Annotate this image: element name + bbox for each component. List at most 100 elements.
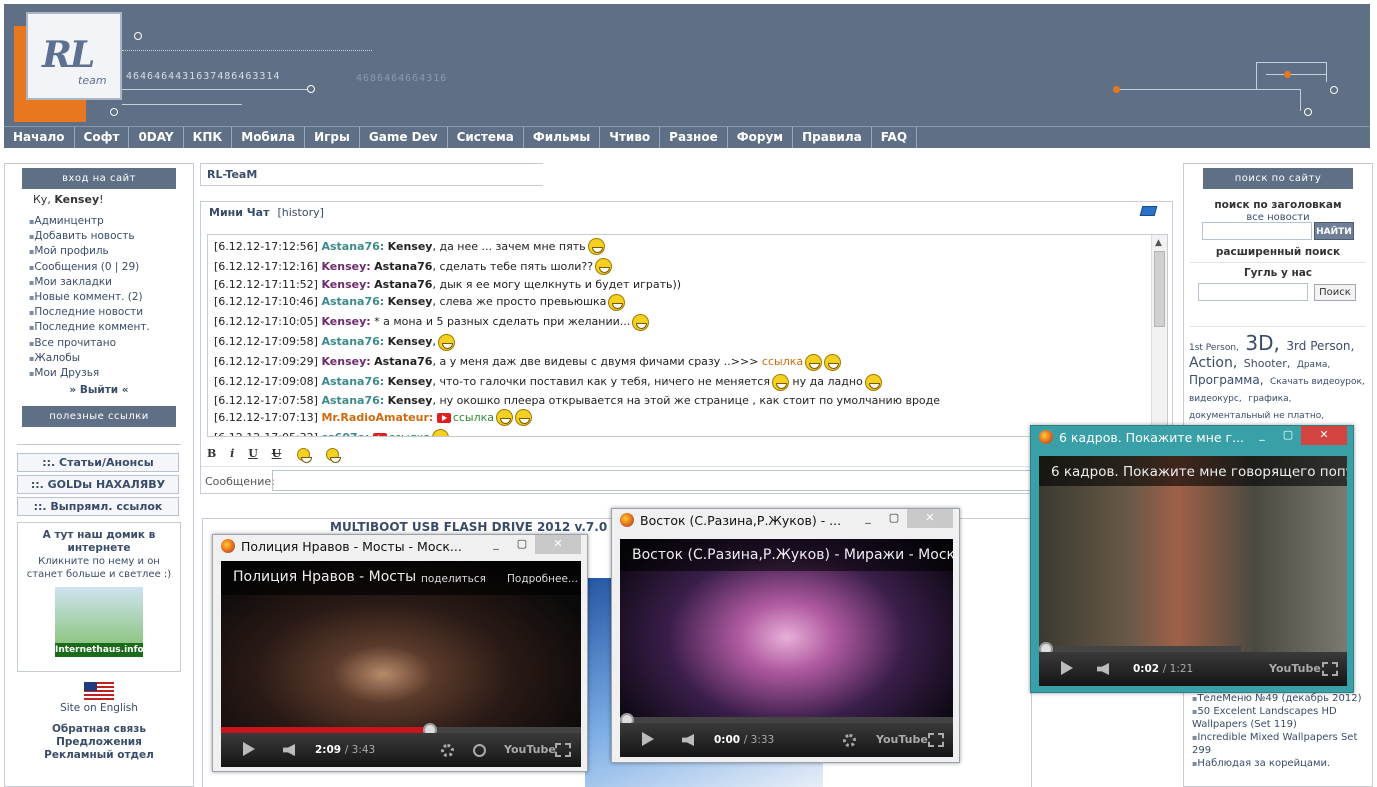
search-input[interactable] [1202, 222, 1312, 240]
message-link[interactable]: ссылка [453, 411, 494, 424]
video-player[interactable]: Восток (С.Разина,Р.Жуков) - Миражи - Мос… [620, 539, 953, 757]
user-menu-item[interactable]: Сообщения (0 | 29) [29, 260, 193, 275]
tag-link[interactable]: Скачать видеоурок, [1270, 377, 1365, 387]
fullscreen-icon[interactable] [555, 743, 571, 757]
settings-gear-icon[interactable] [843, 734, 856, 747]
maximize-button[interactable]: ▢ [509, 535, 535, 554]
close-button[interactable]: ✕ [1301, 426, 1347, 445]
message-link[interactable]: ссылка [762, 355, 803, 368]
close-button[interactable]: ✕ [907, 509, 953, 528]
news-list-item[interactable]: 50 Excelent Landscapes HD Wallpapers (Se… [1192, 705, 1368, 731]
google-search-button[interactable]: Поиск [1314, 284, 1356, 301]
tag-link[interactable]: 1st Person, [1189, 343, 1239, 353]
volume-icon[interactable] [682, 734, 694, 746]
message-author[interactable]: Kensey: [321, 260, 370, 273]
play-icon[interactable] [642, 732, 654, 746]
news-list-item[interactable]: ТелеМеню №49 (декабрь 2012) [1192, 692, 1368, 705]
message-recipient[interactable]: Kensey [388, 240, 433, 253]
message-recipient[interactable]: Kensey [388, 394, 433, 407]
underline-button[interactable]: U [248, 447, 258, 460]
useful-link[interactable]: ::. Статьи/Анонсы [17, 453, 179, 473]
youtube-logo[interactable]: YouTube [1269, 662, 1321, 675]
message-link[interactable]: ссылка [389, 431, 430, 436]
user-menu-item[interactable]: Последние коммент. [29, 320, 193, 335]
nav-item[interactable]: Система [448, 127, 524, 148]
user-menu-item[interactable]: Мои закладки [29, 275, 193, 290]
message-author[interactable]: Kensey: [321, 355, 370, 368]
useful-link[interactable]: ::. GOLDы НАХАЛЯВУ [17, 475, 179, 495]
strike-button[interactable]: U [272, 447, 282, 460]
close-button[interactable]: ✕ [535, 535, 581, 554]
youtube-logo[interactable]: YouTube [504, 743, 556, 756]
nav-item[interactable]: КПК [184, 127, 233, 148]
tag-link[interactable]: Shooter, [1244, 357, 1291, 370]
user-menu-item[interactable]: Все прочитано [29, 336, 193, 351]
maximize-button[interactable]: ▢ [1275, 426, 1301, 445]
player-title[interactable]: Полиция Нравов - Мосты [233, 569, 416, 585]
minimize-button[interactable]: _ [855, 509, 881, 528]
tag-link[interactable]: Драма, [1297, 360, 1330, 370]
player-title[interactable]: Восток (С.Разина,Р.Жуков) - Миражи - Мос… [632, 547, 953, 563]
message-author[interactable]: Astana76: [321, 335, 384, 348]
nav-item[interactable]: Начало [4, 127, 75, 148]
italic-button[interactable]: i [230, 447, 234, 460]
footer-link[interactable]: Предложения [5, 736, 193, 749]
message-recipient[interactable]: Astana76 [374, 260, 432, 273]
nav-item[interactable]: Game Dev [360, 127, 448, 148]
user-menu-item[interactable]: Админцентр [29, 214, 193, 229]
user-menu-item[interactable]: Новые коммент. (2) [29, 290, 193, 305]
nav-item[interactable]: Игры [305, 127, 360, 148]
message-recipient[interactable]: Kensey [388, 335, 433, 348]
tag-link[interactable]: 3rd Person, [1286, 339, 1354, 353]
footer-link[interactable]: Рекламный отдел [5, 749, 193, 762]
house-image[interactable]: Internethaus.info [55, 587, 144, 658]
news-list-item[interactable]: Наблюдая за корейцами. [1192, 757, 1368, 770]
message-author[interactable]: Astana76: [321, 375, 384, 388]
nav-item[interactable]: Мобила [232, 127, 306, 148]
nav-item[interactable]: Форум [728, 127, 794, 148]
share-button[interactable]: поделиться [421, 573, 486, 585]
logout-link[interactable]: » Выйти « [5, 384, 193, 396]
user-menu-item[interactable]: Добавить новость [29, 229, 193, 244]
nav-item[interactable]: Чтиво [600, 127, 661, 148]
fullscreen-icon[interactable] [1322, 662, 1338, 676]
english-link[interactable]: Site on English [5, 702, 193, 714]
nav-item[interactable]: 0DAY [129, 127, 184, 148]
minimize-button[interactable]: _ [1249, 426, 1275, 445]
maximize-button[interactable]: ▢ [881, 509, 907, 528]
tag-link[interactable]: видеокурс, [1189, 394, 1242, 404]
nav-item[interactable]: Фильмы [524, 127, 601, 148]
more-info-button[interactable]: Подробнее... [507, 573, 578, 585]
message-author[interactable]: Astana76: [321, 295, 384, 308]
player-title[interactable]: 6 кадров. Покажите мне говорящего попу [1051, 464, 1347, 480]
message-author[interactable]: ss607e: [321, 431, 369, 436]
user-menu-item[interactable]: Жалобы [29, 351, 193, 366]
user-menu-item[interactable]: Последние новости [29, 305, 193, 320]
youtube-icon[interactable] [436, 412, 451, 423]
user-menu-item[interactable]: Мой профиль [29, 244, 193, 259]
chat-popout-icon[interactable] [1139, 206, 1158, 216]
video-player[interactable]: 6 кадров. Покажите мне говорящего попу 0… [1039, 456, 1347, 686]
settings-gear-icon[interactable] [441, 744, 454, 757]
tag-link[interactable]: Action, [1189, 355, 1237, 371]
nav-item[interactable]: Правила [793, 127, 872, 148]
message-recipient[interactable]: Astana76 [374, 355, 432, 368]
youtube-icon[interactable] [372, 432, 387, 436]
play-icon[interactable] [243, 742, 255, 756]
fullscreen-icon[interactable] [928, 733, 944, 747]
tag-link[interactable]: документальный не платно, [1189, 411, 1324, 421]
footer-link[interactable]: Обратная связь [5, 723, 193, 736]
smiley-icon[interactable] [297, 447, 313, 463]
video-window-2[interactable]: Восток (С.Разина,Р.Жуков) - ... _ ▢ ✕ Во… [611, 508, 960, 763]
bold-button[interactable]: B [207, 447, 216, 460]
video-window-1[interactable]: Полиция Нравов - Мосты - Моск... _ ▢ ✕ П… [212, 534, 588, 772]
tag-link[interactable]: 3D, [1245, 331, 1279, 355]
chat-scroll-thumb[interactable] [1154, 251, 1165, 327]
play-icon[interactable] [1061, 661, 1073, 675]
message-recipient[interactable]: Astana76 [374, 278, 432, 291]
useful-link[interactable]: ::. Выпрямл. ссылок [17, 497, 179, 517]
volume-icon[interactable] [283, 744, 295, 756]
message-author[interactable]: Mr.RadioAmateur: [321, 411, 433, 424]
chat-history-link[interactable]: [history] [277, 206, 323, 219]
message-recipient[interactable]: Kensey [388, 375, 433, 388]
